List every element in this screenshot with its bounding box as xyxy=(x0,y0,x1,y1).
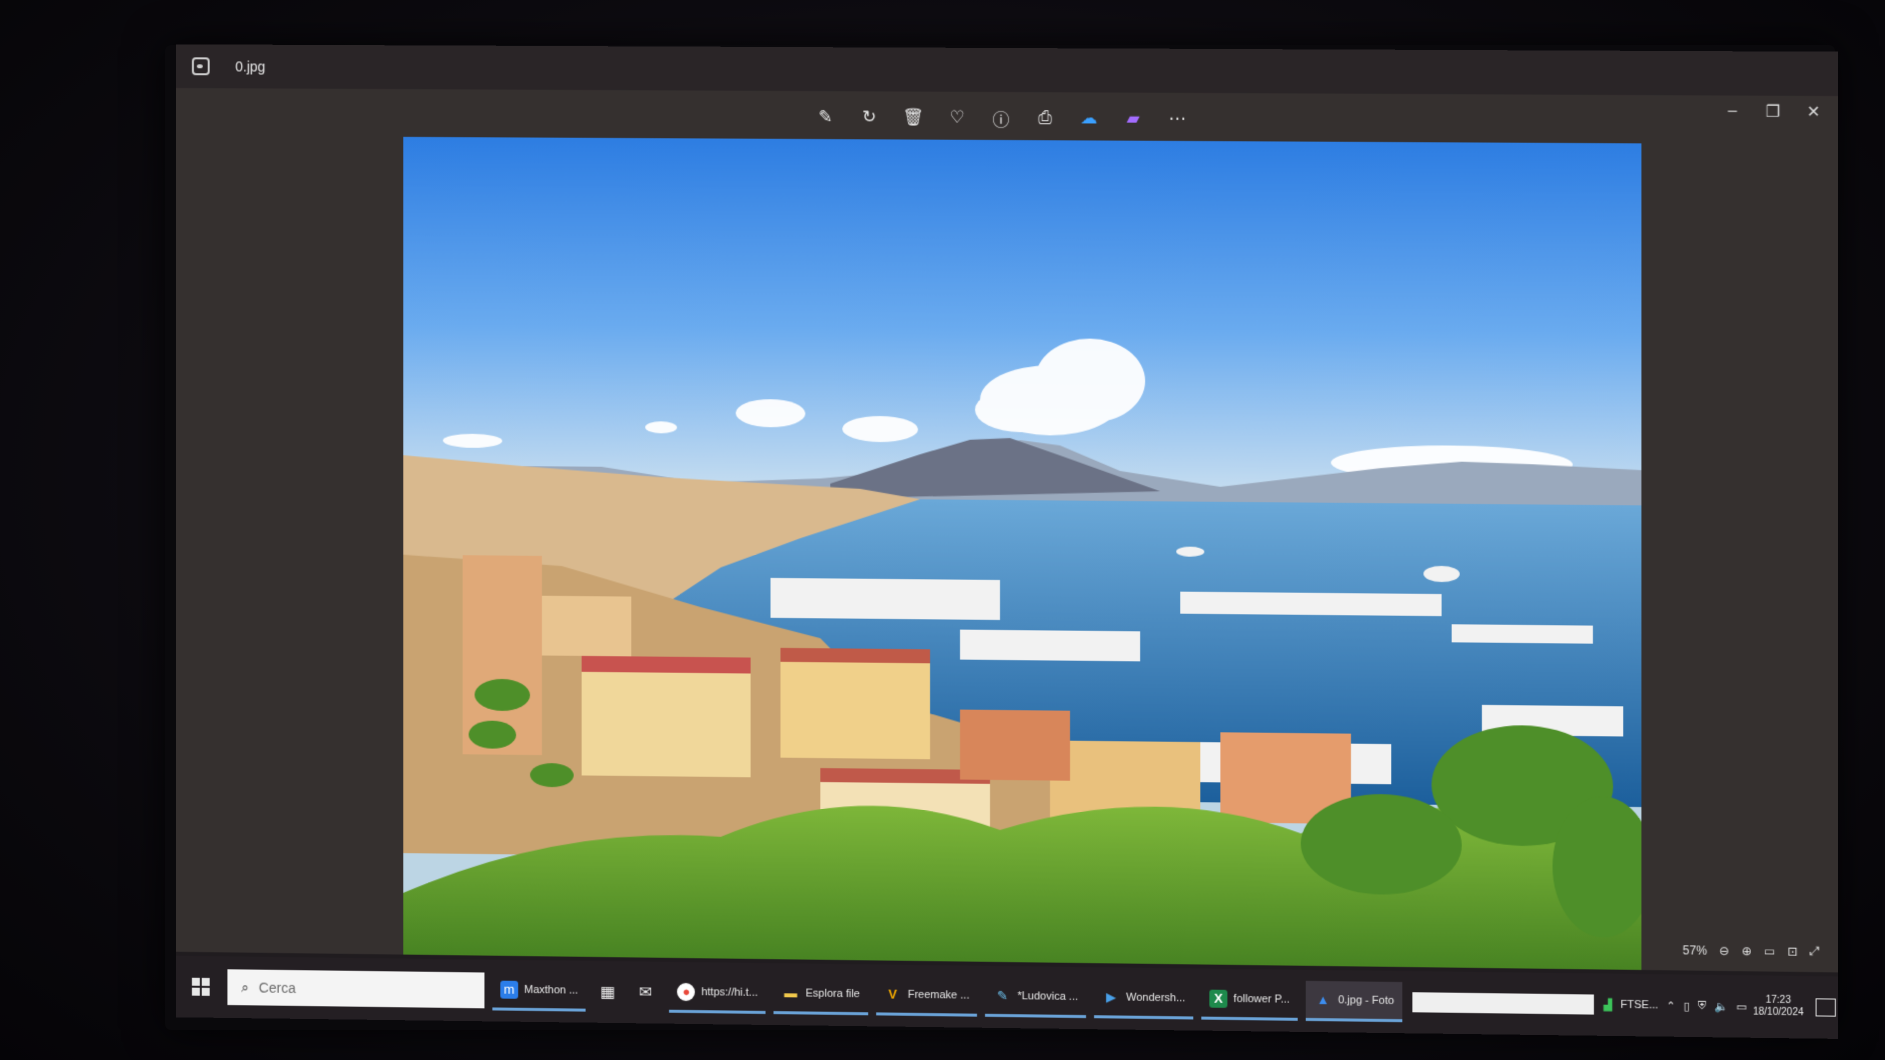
taskbar-search[interactable]: ⌕ Cerca xyxy=(227,969,485,1009)
freemake-icon: V xyxy=(888,986,898,1002)
delete-icon[interactable]: 🗑 xyxy=(899,103,927,131)
taskbar-item-follower[interactable]: X follower P... xyxy=(1201,979,1298,1021)
photos-icon: ▲ xyxy=(1316,991,1330,1008)
taskbar-item-https[interactable]: ● https://hi.t... xyxy=(669,972,766,1014)
taskbar-item-freemake[interactable]: V Freemake ... xyxy=(875,975,978,1017)
taskbar-item-label: Wondersh... xyxy=(1126,991,1186,1004)
tray-input[interactable] xyxy=(1412,992,1594,1015)
clock-date: 18/10/2024 xyxy=(1752,1006,1804,1019)
zoom-out-icon[interactable]: ⊖ xyxy=(1719,943,1729,957)
fullscreen-icon[interactable]: ⤢ xyxy=(1810,944,1820,959)
store-icon[interactable]: ▦ xyxy=(592,972,624,1012)
screen: 0.jpg ✎ ↻ 🗑 ♡ ⓘ ⎙ ☁ ▰ ⋯ – ❐ ✕ 57% ⊖ ⊕ ▭ … xyxy=(176,44,1838,1039)
windows-logo-icon xyxy=(201,977,210,986)
info-icon[interactable]: ⓘ xyxy=(987,104,1015,132)
taskbar-item-label: *Ludovica ... xyxy=(1017,989,1079,1003)
maximize-button[interactable]: ❐ xyxy=(1759,100,1787,124)
taskbar-item-label: Freemake ... xyxy=(907,988,970,1002)
clock[interactable]: 17:23 18/10/2024 xyxy=(1753,994,1804,1019)
zoom-in-icon[interactable]: ⊕ xyxy=(1742,944,1752,958)
taskbar-item-label: follower P... xyxy=(1233,992,1290,1006)
taskbar-item-label: Maxthon ... xyxy=(524,983,579,997)
minimize-button[interactable]: – xyxy=(1718,99,1746,123)
edit-icon[interactable]: ✎ xyxy=(811,103,839,131)
taskbar-item-esplora-file[interactable]: ▬ Esplora file xyxy=(773,974,868,1016)
rotate-icon[interactable]: ↻ xyxy=(855,103,883,131)
more-icon[interactable]: ⋯ xyxy=(1163,105,1191,133)
windows-logo-icon xyxy=(201,987,210,996)
taskbar-item-label: 0.jpg - Foto xyxy=(1338,993,1395,1007)
shield-icon[interactable]: ⛨ xyxy=(1698,999,1706,1012)
chrome-icon: ● xyxy=(677,982,696,1001)
maxthon-icon: m xyxy=(500,980,519,999)
stock-ticker[interactable]: FTSE... xyxy=(1620,999,1658,1012)
taskbar-item-foto[interactable]: ▲ 0.jpg - Foto xyxy=(1305,980,1403,1023)
zoom-level: 57% xyxy=(1682,942,1708,958)
windows-logo-icon xyxy=(191,987,200,996)
start-button[interactable] xyxy=(182,968,219,1006)
notepad-icon: ✎ xyxy=(997,987,1008,1003)
chevron-up-icon[interactable]: ⌃ xyxy=(1666,999,1675,1012)
network-icon[interactable]: ▭ xyxy=(1736,1000,1747,1013)
window-title: 0.jpg xyxy=(235,58,266,75)
volume-icon[interactable]: 🔈 xyxy=(1714,1000,1728,1013)
battery-icon[interactable]: ▯ xyxy=(1684,999,1690,1012)
search-icon: ⌕ xyxy=(241,978,249,995)
print-icon[interactable]: ⎙ xyxy=(1031,104,1059,132)
windows-logo-icon xyxy=(191,977,200,986)
notification-icon[interactable] xyxy=(1815,998,1837,1017)
taskbar-item-maxthon[interactable]: m Maxthon ... xyxy=(492,970,587,1012)
image-viewer xyxy=(176,88,1838,999)
photo-illustration xyxy=(403,136,1642,999)
favorite-icon[interactable]: ♡ xyxy=(943,104,971,132)
onedrive-icon[interactable]: ☁ xyxy=(1075,104,1103,132)
zoom-bar: 57% ⊖ ⊕ ▭ ⊡ ⤢ xyxy=(1683,942,1820,959)
mail-icon[interactable]: ✉ xyxy=(630,972,662,1012)
taskbar-item-wondershare[interactable]: ▶ Wondersh... xyxy=(1094,978,1194,1020)
taskbar-item-ludovica[interactable]: ✎ *Ludovica ... xyxy=(985,976,1087,1019)
photo-naples[interactable] xyxy=(403,136,1642,999)
taskbar-item-label: https://hi.t... xyxy=(701,985,758,999)
fit-screen-icon[interactable]: ⊡ xyxy=(1788,944,1798,958)
system-tray: ▟ FTSE... ⌃ ▯ ⛨ 🔈 ▭ xyxy=(1604,998,1747,1013)
folder-icon: ▬ xyxy=(784,985,798,1001)
search-placeholder: Cerca xyxy=(258,979,296,996)
clipchamp-icon[interactable]: ▰ xyxy=(1119,105,1147,133)
taskbar-item-label: Esplora file xyxy=(805,987,860,1000)
window-controls: – ❐ ✕ xyxy=(1718,99,1827,124)
wondershare-icon: ▶ xyxy=(1106,988,1117,1004)
clock-time: 17:23 xyxy=(1765,994,1791,1007)
actual-size-icon[interactable]: ▭ xyxy=(1764,944,1775,958)
stock-chart-icon: ▟ xyxy=(1603,999,1613,1012)
photos-app-icon xyxy=(191,57,210,76)
close-button[interactable]: ✕ xyxy=(1799,100,1827,124)
excel-icon: X xyxy=(1209,989,1228,1008)
